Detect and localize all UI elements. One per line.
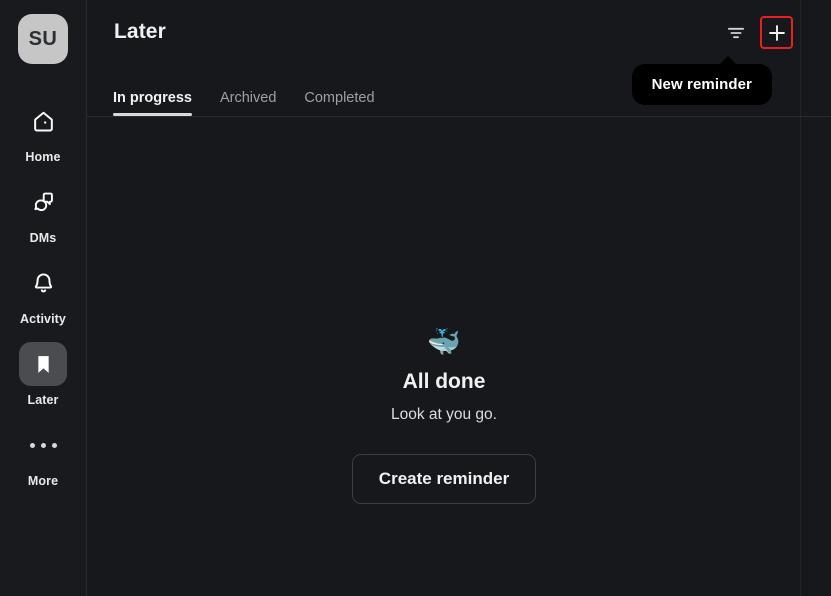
dms-icon-wrap: [19, 180, 67, 224]
later-content: 🐳 All done Look at you go. Create remind…: [87, 117, 831, 596]
plus-icon: [768, 24, 785, 41]
sidebar-item-home[interactable]: Home: [0, 89, 86, 170]
tab-completed[interactable]: Completed: [290, 90, 388, 116]
tab-in-progress[interactable]: In progress: [113, 90, 206, 116]
sidebar-item-more[interactable]: More: [0, 413, 86, 494]
header-actions: [719, 16, 793, 49]
more-icon-wrap: [19, 423, 67, 467]
sidebar-item-label-later: Later: [27, 393, 59, 407]
page-title: Later: [114, 20, 166, 43]
filter-icon: [727, 27, 744, 38]
filter-button[interactable]: [719, 16, 752, 49]
sidebar-item-dms[interactable]: DMs: [0, 170, 86, 251]
bookmark-icon: [37, 355, 49, 373]
tab-label-in-progress: In progress: [113, 90, 192, 106]
bell-icon: [34, 272, 52, 292]
new-reminder-tooltip: New reminder: [631, 56, 772, 105]
home-icon: [33, 111, 53, 131]
empty-state: 🐳 All done Look at you go. Create remind…: [351, 327, 537, 504]
bell-icon-wrap: [19, 261, 67, 305]
sidebar-item-label-home: Home: [25, 150, 61, 164]
avatar-initials: SU: [28, 27, 58, 50]
later-tabs: In progress Archived Completed: [113, 90, 389, 116]
tab-label-archived: Archived: [219, 90, 277, 106]
main-panel: Later In progress Archived Completed New…: [87, 0, 831, 596]
sidebar-item-label-dms: DMs: [29, 231, 57, 245]
whale-emoji: 🐳: [427, 327, 461, 357]
tooltip-text: New reminder: [651, 76, 752, 93]
slack-later-window: SU Home DMs Activity Later More Later In…: [0, 0, 831, 596]
sidebar-item-later[interactable]: Later: [0, 332, 86, 413]
bookmark-icon-wrap: [19, 342, 67, 386]
tab-archived[interactable]: Archived: [206, 90, 290, 116]
empty-state-subtitle: Look at you go.: [390, 406, 497, 423]
sidebar-item-label-activity: Activity: [20, 312, 66, 326]
create-reminder-button[interactable]: Create reminder: [351, 454, 537, 504]
empty-state-title: All done: [402, 370, 486, 393]
new-reminder-button[interactable]: [760, 16, 793, 49]
dms-icon: [33, 192, 53, 211]
tab-label-completed: Completed: [304, 90, 375, 106]
later-header: Later In progress Archived Completed New…: [87, 0, 831, 117]
home-icon-wrap: [19, 99, 67, 143]
more-icon: [29, 442, 57, 448]
user-avatar[interactable]: SU: [18, 14, 68, 64]
workspace-sidebar: SU Home DMs Activity Later More: [0, 0, 87, 596]
sidebar-nav: Home DMs Activity Later More: [0, 89, 86, 494]
sidebar-item-activity[interactable]: Activity: [0, 251, 86, 332]
sidebar-item-label-more: More: [27, 474, 59, 488]
